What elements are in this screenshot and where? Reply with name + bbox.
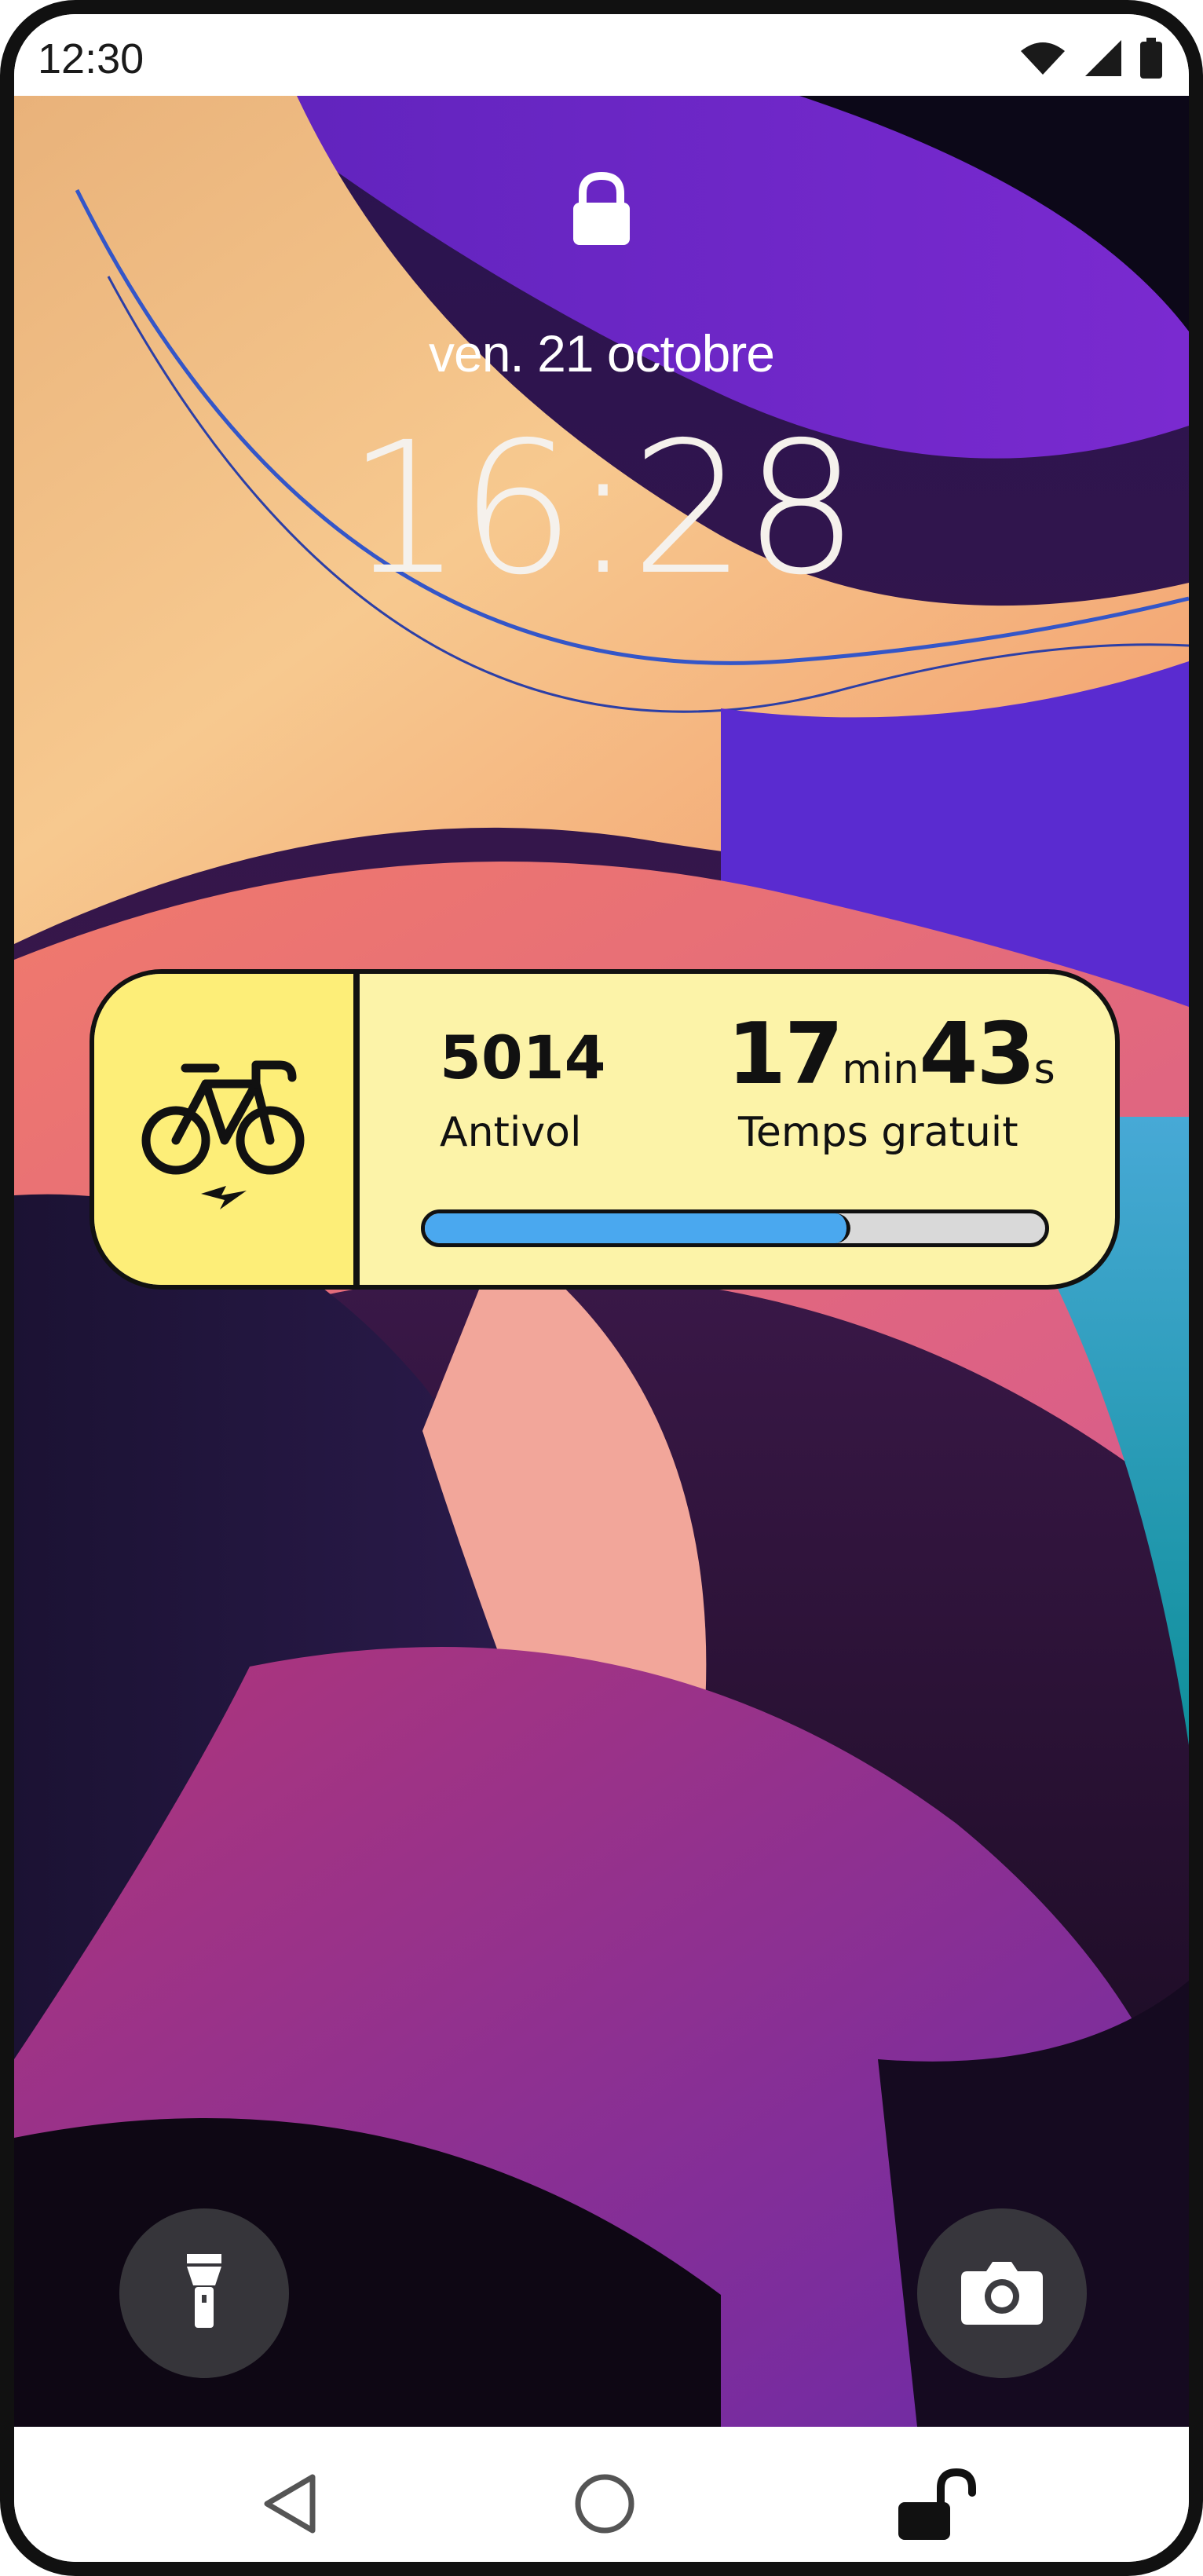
progress-bar-fill bbox=[425, 1213, 851, 1243]
timer-label: Temps gratuit bbox=[738, 1109, 1018, 1156]
lock-code-label: Antivol bbox=[440, 1109, 582, 1156]
camera-icon bbox=[961, 2259, 1043, 2329]
navigation-bar bbox=[14, 2427, 1189, 2562]
lock-screen-wallpaper: ven. 21 octobre 16:28 5014 Antivol 17min… bbox=[14, 96, 1189, 2427]
timer-minutes-unit: min bbox=[842, 1046, 920, 1093]
timer-seconds: 43 bbox=[919, 1005, 1035, 1103]
status-time: 12:30 bbox=[38, 35, 144, 82]
unlocked-padlock-icon[interactable] bbox=[897, 2468, 983, 2545]
status-icons bbox=[1019, 38, 1162, 82]
widget-icon-panel bbox=[94, 974, 360, 1285]
flashlight-icon bbox=[187, 2253, 221, 2333]
timer-minutes: 17 bbox=[727, 1005, 843, 1103]
lock-screen-date: ven. 21 octobre bbox=[429, 324, 775, 382]
timer-seconds-unit: s bbox=[1033, 1046, 1055, 1093]
padlock-icon bbox=[569, 171, 634, 251]
wifi-icon bbox=[1019, 40, 1066, 80]
free-time-progress-bar bbox=[421, 1209, 1049, 1247]
cell-signal-icon bbox=[1084, 38, 1123, 82]
free-time-timer: 17min43s bbox=[727, 1005, 1081, 1103]
status-bar: 12:30 bbox=[14, 14, 1189, 96]
battery-icon bbox=[1140, 38, 1162, 82]
flashlight-button[interactable] bbox=[119, 2208, 289, 2378]
lock-screen-clock: 16:28 bbox=[346, 403, 860, 615]
camera-button[interactable] bbox=[917, 2208, 1087, 2378]
back-triangle-icon[interactable] bbox=[262, 2474, 317, 2538]
phone-frame: 12:30 ven. 21 octobre 16:28 5014 Antivol… bbox=[0, 0, 1203, 2576]
lock-code: 5014 bbox=[440, 1023, 606, 1092]
bike-rental-widget[interactable]: 5014 Antivol 17min43s Temps gratuit bbox=[90, 969, 1120, 1290]
electric-bike-icon bbox=[138, 1060, 311, 1221]
home-circle-icon[interactable] bbox=[573, 2472, 636, 2539]
